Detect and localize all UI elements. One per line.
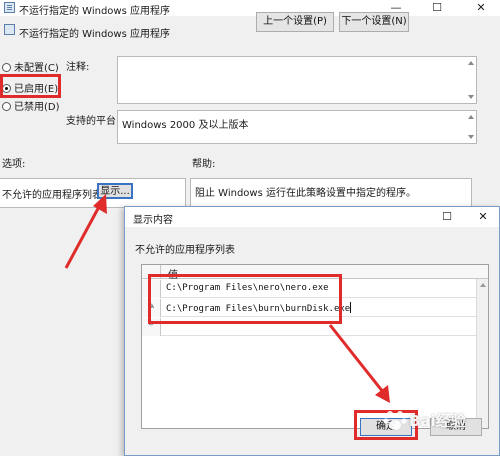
baidu-watermark: Bai经验 <box>383 402 483 442</box>
arrow-to-ok <box>328 324 390 403</box>
annotation-arrows <box>64 194 390 403</box>
arrow-to-show <box>64 194 107 269</box>
watermark-text: Bai经验 <box>409 412 466 430</box>
paw-logo-icon <box>383 411 407 430</box>
